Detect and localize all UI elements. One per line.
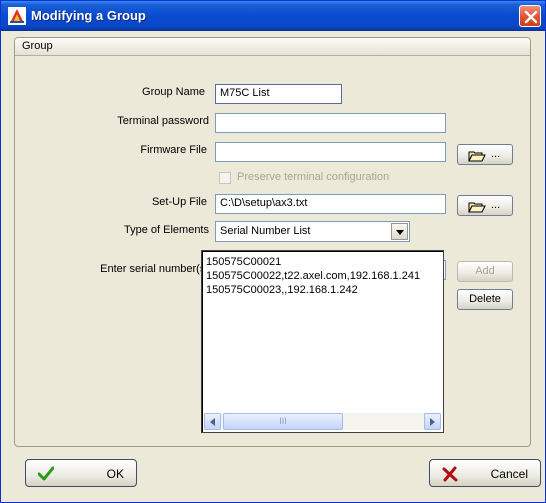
- terminal-password-input[interactable]: [215, 113, 446, 133]
- delete-button[interactable]: Delete: [457, 289, 513, 310]
- scroll-left-button[interactable]: [204, 413, 221, 430]
- group-name-input[interactable]: M75C List: [215, 84, 342, 104]
- add-button[interactable]: Add: [457, 261, 513, 282]
- folder-open-icon: [468, 151, 486, 162]
- ok-button[interactable]: OK: [25, 459, 137, 487]
- ok-button-label: OK: [106, 467, 124, 481]
- close-icon: [524, 10, 538, 24]
- firmware-browse-button[interactable]: ...: [457, 144, 513, 165]
- dialog-window: Modifying a Group Group Group Name M75C …: [0, 0, 546, 503]
- cross-icon: [442, 466, 458, 485]
- scroll-right-button[interactable]: [424, 413, 441, 430]
- type-of-elements-select[interactable]: Serial Number List: [215, 221, 410, 242]
- chevron-left-icon: [210, 418, 215, 426]
- type-of-elements-label: Type of Elements: [124, 224, 209, 236]
- group-name-label: Group Name: [142, 86, 205, 98]
- cancel-button[interactable]: Cancel: [429, 459, 541, 487]
- close-button[interactable]: [519, 5, 541, 27]
- firmware-file-input[interactable]: [215, 142, 446, 162]
- chevron-right-icon: [430, 418, 435, 426]
- list-item[interactable]: 150575C00021: [206, 255, 420, 269]
- serial-number-list[interactable]: 150575C00021 150575C00022,t22.axel.com,1…: [201, 250, 444, 433]
- preserve-config-checkbox[interactable]: [219, 172, 231, 184]
- preserve-config-label: Preserve terminal configuration: [237, 171, 390, 183]
- setup-browse-button[interactable]: ...: [457, 195, 513, 216]
- type-of-elements-value: Serial Number List: [220, 225, 311, 237]
- cancel-button-label: Cancel: [490, 467, 528, 481]
- scroll-thumb[interactable]: III: [223, 413, 343, 430]
- title-bar[interactable]: Modifying a Group: [1, 1, 545, 31]
- firmware-file-label: Firmware File: [140, 144, 207, 156]
- list-item[interactable]: 150575C00022,t22.axel.com,192.168.1.241: [206, 269, 420, 283]
- setup-file-input[interactable]: C:\D\setup\ax3.txt: [215, 194, 446, 214]
- setup-file-label: Set-Up File: [151, 196, 207, 208]
- serial-input-label: Enter serial number(s): [100, 263, 209, 275]
- checkmark-icon: [37, 466, 55, 485]
- horizontal-scrollbar[interactable]: III: [204, 413, 441, 430]
- dropdown-arrow[interactable]: [391, 223, 408, 240]
- group-panel-header: Group: [15, 38, 530, 56]
- list-item[interactable]: 150575C00023,,192.168.1.242: [206, 283, 420, 297]
- app-icon: [8, 7, 26, 25]
- chevron-down-icon: [396, 230, 404, 235]
- setup-browse-label: ...: [491, 199, 501, 211]
- terminal-password-label: Terminal password: [117, 115, 209, 127]
- window-title: Modifying a Group: [31, 8, 146, 23]
- firmware-browse-label: ...: [491, 148, 501, 160]
- group-panel-title: Group: [22, 40, 53, 52]
- folder-open-icon: [468, 202, 486, 213]
